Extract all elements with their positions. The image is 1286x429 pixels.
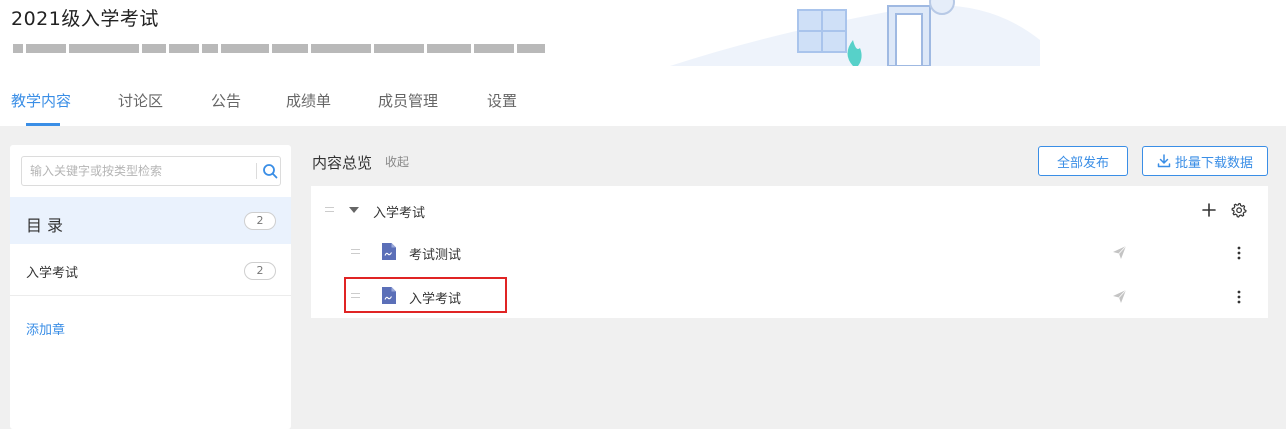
tab-discussion[interactable]: 讨论区: [118, 90, 163, 111]
chapter-row[interactable]: 入学考试: [311, 186, 1268, 234]
search-input[interactable]: [30, 161, 250, 181]
item-label: 考试测试: [409, 248, 462, 263]
course-title: 2021级入学考试: [11, 8, 159, 30]
toc-header[interactable]: 目录 2: [10, 197, 291, 244]
chapter-row-label: 入学考试: [373, 206, 426, 221]
content-overview-title: 内容总览: [312, 154, 373, 172]
quiz-doc-icon: [382, 287, 396, 304]
send-icon[interactable]: [1112, 289, 1127, 304]
gear-icon[interactable]: [1231, 202, 1247, 218]
content-item-row[interactable]: 入学考试: [311, 274, 1268, 318]
caret-down-icon[interactable]: [349, 207, 359, 213]
sidebar-chapter-item[interactable]: 入学考试 2: [10, 244, 291, 296]
search-icon[interactable]: [262, 163, 278, 179]
tab-members[interactable]: 成员管理: [378, 90, 438, 111]
chapter-label: 入学考试: [26, 266, 79, 281]
header-illustration: [660, 0, 1040, 66]
course-header: 2021级入学考试 教学内容 讨论区 公告 成绩单 成员管理 设置: [0, 0, 1286, 126]
tab-teaching-content[interactable]: 教学内容: [11, 90, 71, 111]
download-icon: [1157, 154, 1171, 168]
content-tree-panel: 入学考试 考试测试 入学考试: [311, 186, 1268, 318]
tab-announcements[interactable]: 公告: [211, 90, 241, 111]
toc-count-badge: 2: [244, 212, 276, 230]
active-tab-indicator: [26, 123, 60, 126]
toc-label: 目录: [26, 216, 69, 235]
publish-all-button[interactable]: 全部发布: [1038, 146, 1128, 176]
tab-gradebook[interactable]: 成绩单: [286, 90, 331, 111]
item-label: 入学考试: [409, 292, 462, 307]
more-vertical-icon[interactable]: [1237, 246, 1241, 260]
content-item-row[interactable]: 考试测试: [311, 230, 1268, 274]
search-divider: [256, 163, 257, 179]
add-chapter-link[interactable]: 添加章: [26, 319, 65, 338]
course-tabs: 教学内容 讨论区 公告 成绩单 成员管理 设置: [0, 84, 700, 126]
chapter-count-badge: 2: [244, 262, 276, 280]
publish-all-label: 全部发布: [1056, 155, 1109, 171]
drag-handle-icon[interactable]: [325, 207, 334, 212]
batch-download-button[interactable]: 批量下载数据: [1142, 146, 1268, 176]
more-vertical-icon[interactable]: [1237, 290, 1241, 304]
catalog-sidebar: 目录 2 入学考试 2 添加章: [10, 145, 291, 429]
quiz-doc-icon: [382, 243, 396, 260]
batch-download-label: 批量下载数据: [1174, 155, 1253, 171]
send-icon[interactable]: [1112, 245, 1127, 260]
plus-icon[interactable]: [1202, 203, 1216, 217]
catalog-search: [21, 156, 281, 186]
drag-handle-icon[interactable]: [351, 249, 360, 254]
tab-settings[interactable]: 设置: [487, 90, 517, 111]
course-subtitle-obscured: [13, 44, 545, 53]
drag-handle-icon[interactable]: [351, 293, 360, 298]
collapse-link[interactable]: 收起: [385, 153, 409, 170]
